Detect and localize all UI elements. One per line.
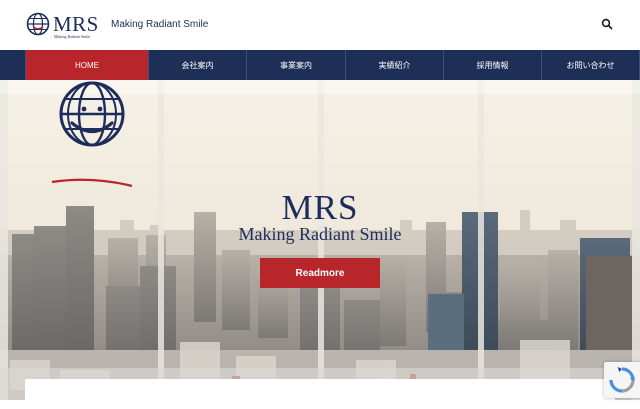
hero-title: MRS: [281, 188, 359, 227]
nav-item-company[interactable]: 会社案内: [149, 50, 247, 80]
globe-logo-icon: [26, 12, 50, 36]
nav-item-business[interactable]: 事業案内: [247, 50, 346, 80]
content-card: [25, 379, 615, 409]
nav-item-home[interactable]: HOME: [25, 50, 149, 80]
logo-subtext: Making Radiant Smile: [54, 34, 91, 39]
nav-item-label: お問い合わせ: [566, 60, 615, 70]
logo-text: MRS: [53, 12, 99, 36]
recaptcha-badge[interactable]: [604, 362, 640, 398]
nav-item-recruit[interactable]: 採用情報: [444, 50, 542, 80]
site-tagline: Making Radiant Smile: [111, 19, 209, 30]
hero-subtitle: Making Radiant Smile: [238, 224, 402, 244]
nav-item-contact[interactable]: お問い合わせ: [542, 50, 640, 80]
nav-item-label: 採用情報: [476, 60, 509, 70]
site-logo[interactable]: MRS Making Radiant Smile: [26, 12, 99, 39]
search-icon[interactable]: [601, 18, 613, 30]
site-header: MRS Making Radiant Smile Making Radiant …: [0, 0, 640, 50]
recaptcha-icon: [609, 367, 635, 393]
nav-item-label: 会社案内: [181, 60, 214, 70]
nav-item-label: HOME: [75, 60, 99, 70]
nav-item-label: 事業案内: [280, 60, 312, 70]
readmore-button[interactable]: Readmore: [260, 258, 380, 288]
nav-item-label: 実績紹介: [378, 60, 411, 70]
main-nav: HOME 会社案内 事業案内 実績紹介 採用情報 お問い合わせ: [0, 50, 640, 80]
nav-item-works[interactable]: 実績紹介: [346, 50, 444, 80]
hero-banner: MRS Making Radiant Smile Readmore: [0, 80, 640, 400]
